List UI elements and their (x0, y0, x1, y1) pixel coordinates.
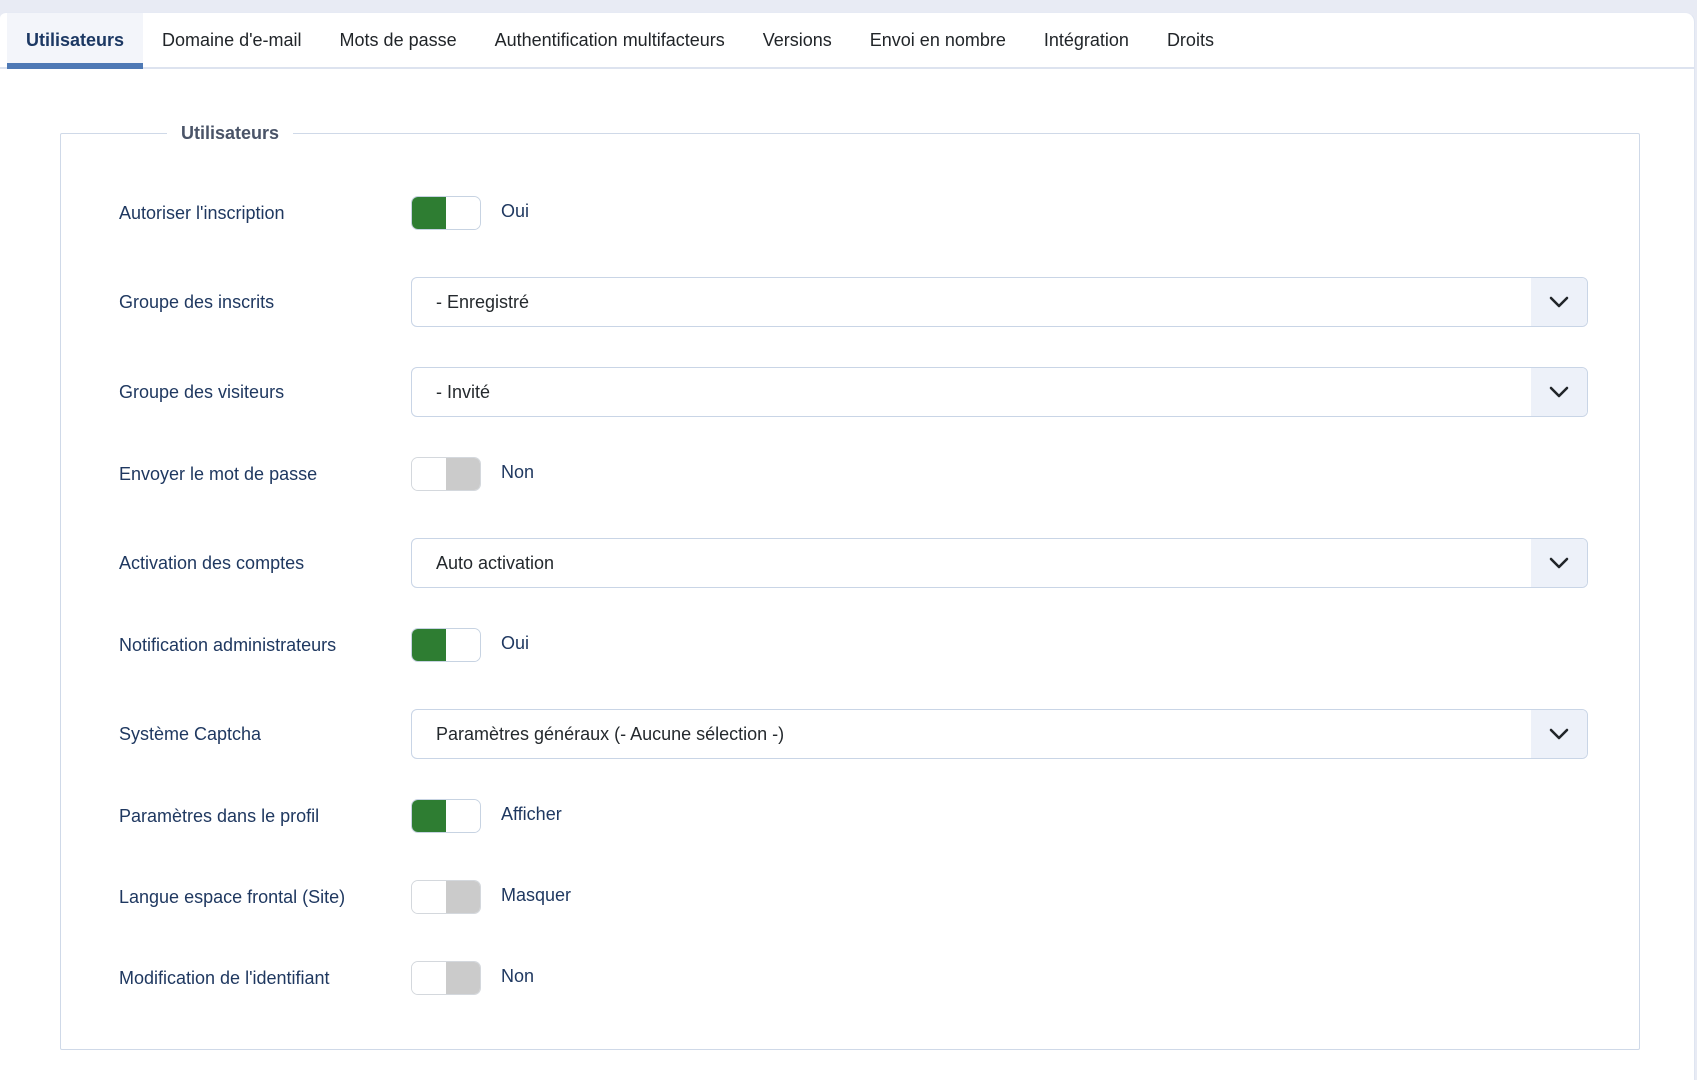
field-label: Envoyer le mot de passe (119, 463, 318, 484)
toggle-value-label: Oui (501, 200, 530, 221)
tab-domaine-email[interactable]: Domaine d'e-mail (143, 13, 321, 67)
toggle-value-label: Afficher (501, 803, 562, 824)
field-label: Langue espace frontal (Site) (119, 886, 346, 907)
field-label: Modification de l'identifiant (119, 967, 330, 988)
allow-registration-toggle[interactable] (411, 196, 481, 230)
field-label: Groupe des inscrits (119, 291, 275, 312)
form-row-account-activation: Activation des comptes Auto activation (119, 538, 1639, 588)
tab-mots-de-passe[interactable]: Mots de passe (321, 13, 476, 67)
tab-envoi-en-nombre[interactable]: Envoi en nombre (851, 13, 1025, 67)
users-fieldset: Utilisateurs Autoriser l'inscription Oui… (60, 123, 1640, 1050)
tab-integration[interactable]: Intégration (1025, 13, 1148, 67)
form-row-allow-registration: Autoriser l'inscription Oui (119, 196, 1639, 230)
form-row-notify-admins: Notification administrateurs Oui (119, 628, 1639, 662)
form-row-captcha: Système Captcha Paramètres généraux (- A… (119, 709, 1639, 759)
select-value: Paramètres généraux (- Aucune sélection … (436, 723, 785, 744)
send-password-toggle[interactable] (411, 457, 481, 491)
guest-group-select[interactable]: - Invité (411, 367, 1588, 417)
toggle-value-label: Oui (501, 632, 530, 653)
form-row-registration-group: Groupe des inscrits - Enregistré (119, 277, 1639, 327)
form-row-change-username: Modification de l'identifiant Non (119, 961, 1639, 995)
chevron-down-icon (1531, 278, 1587, 326)
chevron-down-icon (1531, 710, 1587, 758)
registration-group-select[interactable]: - Enregistré (411, 277, 1588, 327)
field-label: Activation des comptes (119, 552, 305, 573)
captcha-select[interactable]: Paramètres généraux (- Aucune sélection … (411, 709, 1588, 759)
form-row-guest-group: Groupe des visiteurs - Invité (119, 367, 1639, 417)
toggle-value-label: Non (501, 461, 535, 482)
field-label: Notification administrateurs (119, 634, 337, 655)
field-label: Paramètres dans le profil (119, 805, 320, 826)
field-label: Autoriser l'inscription (119, 202, 285, 223)
tab-content: Utilisateurs Autoriser l'inscription Oui… (0, 69, 1694, 1050)
account-activation-select[interactable]: Auto activation (411, 538, 1588, 588)
form-row-frontend-language: Langue espace frontal (Site) Masquer (119, 880, 1639, 914)
form-row-send-password: Envoyer le mot de passe Non (119, 457, 1639, 491)
profile-params-toggle[interactable] (411, 799, 481, 833)
tab-utilisateurs[interactable]: Utilisateurs (7, 13, 144, 69)
content-card: Utilisateurs Domaine d'e-mail Mots de pa… (0, 12, 1695, 1080)
field-label: Système Captcha (119, 723, 262, 744)
tab-authentification-multifacteurs[interactable]: Authentification multifacteurs (476, 13, 744, 67)
change-username-toggle[interactable] (411, 961, 481, 995)
select-value: - Enregistré (436, 291, 530, 312)
field-label: Groupe des visiteurs (119, 381, 285, 402)
toggle-value-label: Non (501, 965, 535, 986)
toggle-value-label: Masquer (501, 884, 572, 905)
chevron-down-icon (1531, 368, 1587, 416)
chevron-down-icon (1531, 539, 1587, 587)
frontend-language-toggle[interactable] (411, 880, 481, 914)
form-row-profile-params: Paramètres dans le profil Afficher (119, 799, 1639, 833)
tab-versions[interactable]: Versions (744, 13, 851, 67)
select-value: - Invité (436, 381, 491, 402)
tab-bar: Utilisateurs Domaine d'e-mail Mots de pa… (0, 13, 1694, 69)
select-value: Auto activation (436, 552, 555, 573)
fieldset-legend: Utilisateurs (181, 123, 280, 143)
notify-admins-toggle[interactable] (411, 628, 481, 662)
tab-droits[interactable]: Droits (1148, 13, 1233, 67)
